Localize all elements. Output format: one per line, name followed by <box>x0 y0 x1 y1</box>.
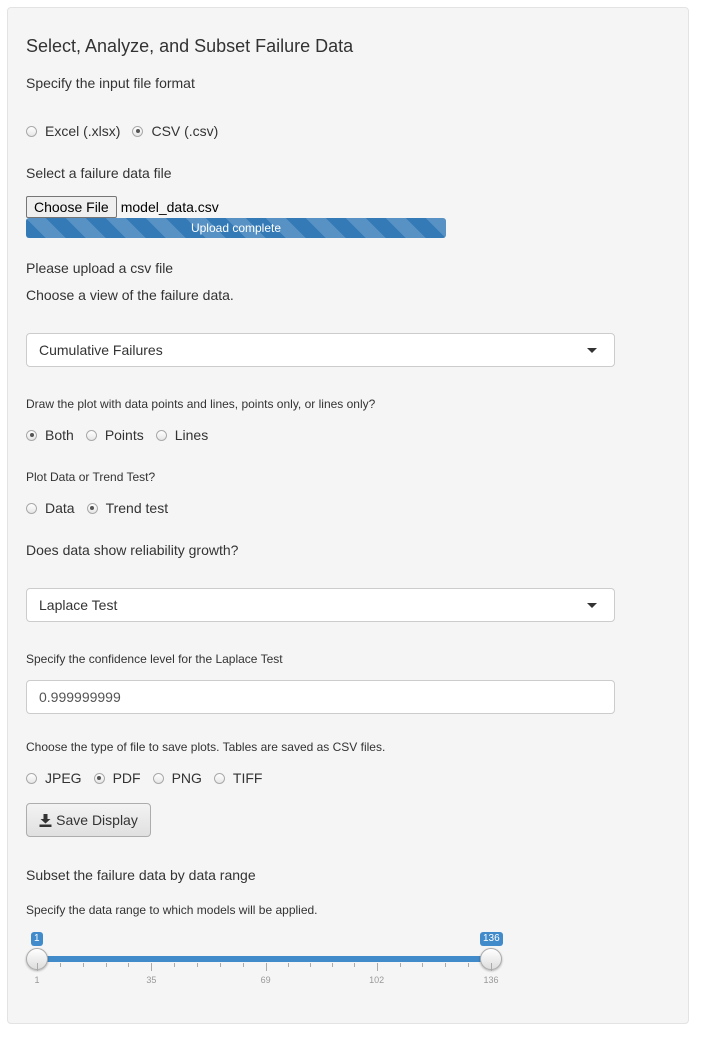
upload-progress-bar: Upload complete <box>26 218 446 238</box>
radio-points[interactable]: Points <box>85 427 144 443</box>
view-select[interactable]: Cumulative Failures <box>26 333 615 367</box>
save-format-radio-group: JPEG PDF PNG TIFF <box>26 770 274 786</box>
slider-minor-tick <box>422 963 424 967</box>
slider-major-tick <box>376 963 378 971</box>
slider-tick-label: 136 <box>483 975 499 985</box>
slider-minor-tick <box>174 963 176 967</box>
radio-png-dot[interactable] <box>152 772 164 784</box>
radio-both[interactable]: Both <box>26 427 74 443</box>
slider-range-fill[interactable] <box>37 956 491 962</box>
slider-major-tick <box>265 963 267 971</box>
choose-file-button[interactable]: Choose File <box>26 196 117 218</box>
radio-png-label: PNG <box>171 770 202 786</box>
radio-both-label: Both <box>45 427 74 443</box>
plot-type-radio-group: Data Trend test <box>26 500 180 516</box>
subset-title: Subset the failure data by data range <box>26 867 256 883</box>
radio-lines[interactable]: Lines <box>155 427 209 443</box>
slider-minor-tick <box>219 963 221 967</box>
radio-lines-dot[interactable] <box>155 429 167 441</box>
radio-trend-test-dot[interactable] <box>86 502 98 514</box>
slider-from-label: 1 <box>31 932 43 946</box>
radio-csv-label: CSV (.csv) <box>151 123 219 139</box>
upload-hint: Please upload a csv file <box>26 260 174 276</box>
confidence-input[interactable]: 0.999999999 <box>26 680 615 714</box>
radio-tiff-dot[interactable] <box>213 772 225 784</box>
save-display-label: Save Display <box>56 812 138 828</box>
radio-data-dot[interactable] <box>26 502 37 514</box>
slider-minor-tick <box>59 963 61 967</box>
radio-pdf-dot[interactable] <box>93 772 105 784</box>
panel-title: Select, Analyze, and Subset Failure Data <box>26 36 354 56</box>
radio-points-dot[interactable] <box>85 429 97 441</box>
slider-minor-tick <box>242 963 244 967</box>
radio-data-label: Data <box>45 500 75 516</box>
radio-trend-test-label: Trend test <box>105 500 169 516</box>
slider-major-tick <box>491 963 492 971</box>
radio-pdf-label: PDF <box>112 770 141 786</box>
upload-progress: Upload complete <box>26 218 446 238</box>
radio-pdf[interactable]: PDF <box>93 770 141 786</box>
radio-excel-dot[interactable] <box>26 125 37 137</box>
slider-minor-tick <box>128 963 130 967</box>
file-upload-label: Select a failure data file <box>26 165 172 181</box>
plot-style-label: Draw the plot with data points and lines… <box>26 397 376 411</box>
radio-csv[interactable]: CSV (.csv) <box>132 123 218 139</box>
slider-minor-tick <box>445 963 447 967</box>
file-format-label: Specify the input file format <box>26 75 195 91</box>
file-input: Choose File model_data.csv <box>26 196 219 218</box>
radio-both-dot[interactable] <box>26 429 37 441</box>
radio-tiff-label: TIFF <box>232 770 263 786</box>
trend-test-select-value: Laplace Test <box>39 597 118 613</box>
slider-tick-label: 102 <box>369 975 385 985</box>
save-display-button[interactable]: Save Display <box>26 803 151 837</box>
slider-to-label: 136 <box>480 932 503 946</box>
slider-tick-label: 69 <box>260 975 271 985</box>
radio-jpeg[interactable]: JPEG <box>26 770 82 786</box>
slider-minor-tick <box>354 963 356 967</box>
download-icon <box>39 813 52 827</box>
slider-tick-label: 35 <box>146 975 157 985</box>
radio-png[interactable]: PNG <box>152 770 202 786</box>
slider-tick-label: 1 <box>34 975 40 985</box>
radio-excel[interactable]: Excel (.xlsx) <box>26 123 120 139</box>
slider-major-tick <box>151 963 153 971</box>
caret-down-icon <box>587 347 597 353</box>
confidence-label: Specify the confidence level for the Lap… <box>26 652 283 666</box>
growth-label: Does data show reliability growth? <box>26 542 239 558</box>
file-name: model_data.csv <box>120 199 219 215</box>
radio-points-label: Points <box>104 427 144 443</box>
slider-major-tick <box>37 963 38 971</box>
view-label: Choose a view of the failure data. <box>26 287 234 303</box>
save-format-label: Choose the type of file to save plots. T… <box>26 740 386 754</box>
radio-data[interactable]: Data <box>26 500 75 516</box>
slider-minor-tick <box>105 963 107 967</box>
slider-minor-tick <box>399 963 401 967</box>
radio-excel-label: Excel (.xlsx) <box>45 123 121 139</box>
radio-trend-test[interactable]: Trend test <box>86 500 169 516</box>
plot-type-label: Plot Data or Trend Test? <box>26 470 156 484</box>
slider-minor-tick <box>197 963 199 967</box>
file-format-radio-group: Excel (.xlsx) CSV (.csv) <box>26 123 230 139</box>
trend-test-select[interactable]: Laplace Test <box>26 588 615 622</box>
slider-minor-tick <box>310 963 312 967</box>
subset-range-label: Specify the data range to which models w… <box>26 903 318 917</box>
radio-jpeg-label: JPEG <box>45 770 82 786</box>
plot-style-radio-group: Both Points Lines <box>26 427 220 443</box>
radio-jpeg-dot[interactable] <box>26 772 37 784</box>
caret-down-icon <box>587 602 597 608</box>
radio-tiff[interactable]: TIFF <box>213 770 263 786</box>
slider-minor-tick <box>82 963 84 967</box>
slider-minor-tick <box>287 963 289 967</box>
slider-minor-tick <box>468 963 470 967</box>
slider-minor-tick <box>332 963 334 967</box>
radio-lines-label: Lines <box>174 427 209 443</box>
radio-csv-dot[interactable] <box>132 125 144 137</box>
view-select-value: Cumulative Failures <box>39 342 163 358</box>
